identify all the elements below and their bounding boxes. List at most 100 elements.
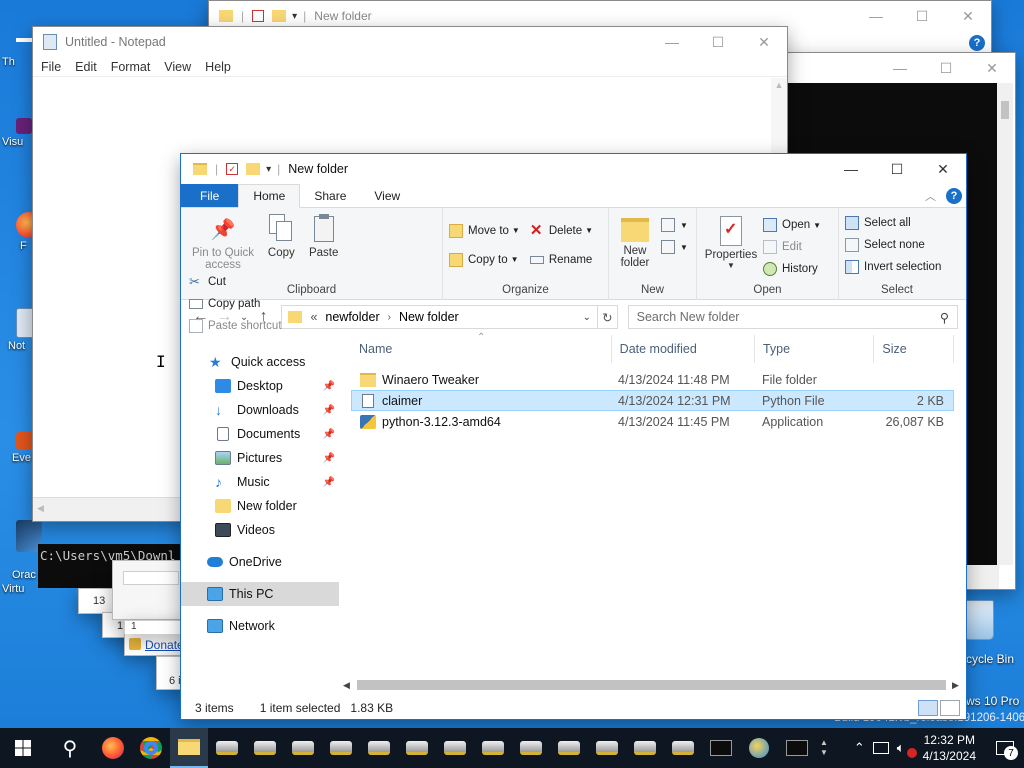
search-input[interactable]: Search New folder ⚲ [627, 305, 958, 329]
select-all-button[interactable]: Select all [845, 212, 949, 234]
help-icon[interactable]: ? [946, 187, 962, 204]
horizontal-scrollbar[interactable]: ◀ ▶ [343, 677, 964, 693]
copy-path-button[interactable]: Copy path [189, 293, 282, 315]
copy-button[interactable]: Copy [262, 212, 300, 259]
taskbar-app[interactable] [398, 728, 436, 768]
close-button[interactable]: ✕ [945, 1, 991, 31]
address-history-chevron-icon[interactable]: ⌄ [583, 312, 591, 323]
network-icon[interactable] [872, 742, 889, 754]
action-center-button[interactable]: 7 [990, 728, 1020, 768]
new-folder-button[interactable]: New folder [615, 212, 655, 269]
nav-new-folder[interactable]: New folder [181, 494, 339, 518]
taskbar-command-prompt[interactable] [778, 728, 816, 768]
taskbar-app[interactable] [360, 728, 398, 768]
new-folder-quick-icon[interactable] [246, 163, 261, 175]
taskbar-command-prompt[interactable] [702, 728, 740, 768]
menu-help[interactable]: Help [205, 60, 231, 74]
taskbar-app[interactable] [512, 728, 550, 768]
column-type[interactable]: Type [755, 335, 875, 363]
help-icon[interactable]: ? [969, 35, 985, 51]
file-row-selected[interactable]: claimer 4/13/2024 12:31 PM Python File 2… [351, 390, 954, 411]
show-hidden-icons-chevron-icon[interactable]: ⌃ [854, 740, 865, 756]
copy-to-button[interactable]: Copy to ▼ [449, 245, 520, 274]
donate-window[interactable]: Donate [124, 632, 188, 656]
pin-to-quick-access-button[interactable]: 📌 Pin to Quick access [187, 212, 259, 272]
invert-selection-button[interactable]: Invert selection [845, 256, 949, 278]
file-row[interactable]: Winaero Tweaker 4/13/2024 11:48 PM File … [351, 369, 954, 390]
scroll-left-icon[interactable]: ◀ [343, 680, 357, 691]
close-button[interactable]: ✕ [741, 27, 787, 57]
open-button[interactable]: Open ▼ [763, 214, 821, 236]
paste-button[interactable]: Paste [304, 212, 344, 259]
nav-desktop[interactable]: Desktop 📌 [181, 374, 339, 398]
close-button[interactable]: ✕ [920, 154, 966, 184]
taskbar-scroll-buttons[interactable]: ▲ ▼ [816, 728, 832, 768]
new-item-button[interactable]: ▼ [661, 214, 688, 236]
menu-file[interactable]: File [41, 60, 61, 74]
maximize-button[interactable]: ☐ [695, 27, 741, 57]
donate-link[interactable]: Donate [145, 638, 184, 652]
nav-this-pc[interactable]: This PC [181, 582, 339, 606]
properties-quick-icon[interactable] [252, 10, 265, 22]
volume-icon[interactable]: 🔈︎ [897, 740, 905, 756]
taskbar-chrome[interactable] [132, 728, 170, 768]
nav-videos[interactable]: Videos [181, 518, 339, 542]
new-folder-quick-icon[interactable] [272, 10, 287, 22]
explorer-window[interactable]: | ✓ ▾ | New folder — ☐ ✕ File Home Share… [180, 153, 967, 720]
edit-button[interactable]: Edit [763, 236, 821, 258]
breadcrumb-newfolder[interactable]: newfolder [325, 310, 379, 324]
clock[interactable]: 12:32 PM 4/13/2024 [923, 732, 976, 764]
nav-onedrive[interactable]: OneDrive [181, 550, 339, 574]
taskbar-app[interactable] [246, 728, 284, 768]
select-none-button[interactable]: Select none [845, 234, 949, 256]
minimize-button[interactable]: — [877, 53, 923, 83]
tab-view[interactable]: View [360, 184, 414, 207]
easy-access-button[interactable]: ▼ [661, 236, 688, 258]
taskbar-app[interactable] [626, 728, 664, 768]
stacked-window[interactable] [112, 560, 188, 620]
search-button[interactable]: ⚲ [46, 728, 94, 768]
maximize-button[interactable]: ☐ [874, 154, 920, 184]
column-name[interactable]: Name [351, 335, 612, 363]
taskbar-app[interactable] [550, 728, 588, 768]
maximize-button[interactable]: ☐ [899, 1, 945, 31]
menu-format[interactable]: Format [111, 60, 151, 74]
properties-quick-icon[interactable]: ✓ [226, 163, 239, 175]
breadcrumb-overflow[interactable]: « [310, 310, 317, 324]
details-view-icon[interactable] [918, 700, 938, 716]
properties-button[interactable]: ✓ Properties ▼ [703, 212, 759, 280]
menu-view[interactable]: View [164, 60, 191, 74]
start-button[interactable] [0, 728, 46, 768]
taskbar-app[interactable] [474, 728, 512, 768]
taskbar-app[interactable] [664, 728, 702, 768]
file-row[interactable]: python-3.12.3-amd64 4/13/2024 11:45 PM A… [351, 411, 954, 432]
address-bar[interactable]: « newfolder › New folder ⌄ [281, 305, 598, 329]
history-button[interactable]: History [763, 258, 821, 280]
taskbar-app[interactable] [208, 728, 246, 768]
refresh-button[interactable]: ↻ [597, 305, 618, 329]
customize-quick-access-chevron-icon[interactable]: ▾ [266, 164, 271, 175]
column-date-modified[interactable]: Date modified [612, 335, 755, 363]
taskbar-app[interactable] [322, 728, 360, 768]
tab-home[interactable]: Home [238, 184, 301, 208]
collapse-ribbon-chevron-icon[interactable]: ︿ [925, 188, 936, 204]
tab-share[interactable]: Share [300, 184, 360, 207]
tab-file[interactable]: File [181, 184, 239, 207]
taskbar-app[interactable] [436, 728, 474, 768]
chevron-up-icon[interactable]: ▲ [820, 738, 828, 748]
maximize-button[interactable]: ☐ [923, 53, 969, 83]
stacked-window[interactable]: 1 [124, 620, 188, 634]
nav-documents[interactable]: Documents 📌 [181, 422, 339, 446]
nav-music[interactable]: ♪ Music 📌 [181, 470, 339, 494]
column-size[interactable]: Size [874, 335, 955, 363]
minimize-button[interactable]: — [853, 1, 899, 31]
taskbar-app[interactable] [284, 728, 322, 768]
taskbar-firefox[interactable] [94, 728, 132, 768]
minimize-button[interactable]: — [649, 27, 695, 57]
nav-quick-access[interactable]: ★ Quick access [181, 350, 339, 374]
move-to-button[interactable]: Move to ▼ [449, 216, 520, 245]
menu-edit[interactable]: Edit [75, 60, 97, 74]
large-icons-view-icon[interactable] [940, 700, 960, 716]
rename-button[interactable]: Rename [529, 245, 593, 274]
scrollbar[interactable] [997, 83, 1013, 565]
